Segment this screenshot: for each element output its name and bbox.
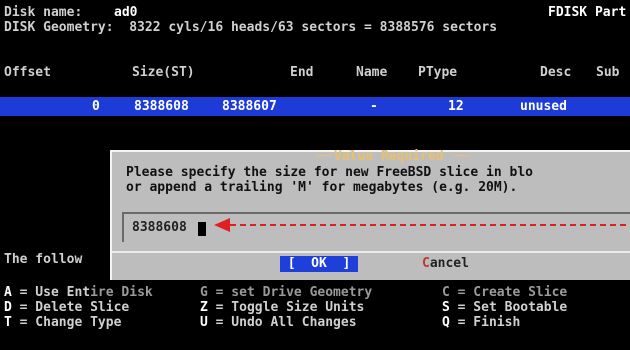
cmd-key-d: D bbox=[4, 300, 12, 315]
dialog-message-line2: or append a trailing 'M' for megabytes (… bbox=[126, 180, 518, 195]
cancel-label: ancel bbox=[429, 256, 469, 271]
col-name: Name bbox=[356, 65, 388, 80]
info-text-partial: The follow bbox=[4, 252, 83, 267]
command-line-1: A = Use Entire Disk bbox=[4, 285, 153, 300]
row-desc: unused bbox=[520, 99, 567, 114]
cmd-key-g: G bbox=[200, 285, 208, 300]
cancel-button[interactable]: Cancel bbox=[422, 256, 502, 272]
cmd-key-u: U bbox=[200, 315, 208, 330]
cmd-key-c: C bbox=[442, 285, 450, 300]
row-offset: 0 bbox=[92, 99, 100, 114]
command-line-3-mid: U = Undo All Changes bbox=[200, 315, 357, 330]
command-line-3: T = Change Type bbox=[4, 315, 122, 330]
cmd-key-s: S bbox=[442, 300, 450, 315]
disk-geometry: DISK Geometry: 8322 cyls/16 heads/63 sec… bbox=[4, 20, 498, 35]
cmd-key-q: Q bbox=[442, 315, 450, 330]
command-line-2: D = Delete Slice bbox=[4, 300, 130, 315]
text-cursor bbox=[198, 222, 206, 236]
disk-name-value: ad0 bbox=[114, 5, 138, 20]
cmd-key-t: T bbox=[4, 315, 12, 330]
annotation-arrow-icon bbox=[214, 218, 630, 232]
col-ptype: PType bbox=[418, 65, 458, 80]
dialog-title-border-right: ── bbox=[454, 149, 470, 164]
program-title: FDISK Part bbox=[548, 5, 627, 20]
dialog-title: Value Required bbox=[334, 149, 444, 164]
command-line-2-mid: Z = Toggle Size Units bbox=[200, 300, 365, 315]
slice-size-value: 8388608 bbox=[132, 220, 187, 235]
dialog-title-border-left: ── bbox=[316, 149, 332, 164]
col-desc: Desc bbox=[540, 65, 572, 80]
command-line-3-right: Q = Finish bbox=[442, 315, 521, 330]
row-name: - bbox=[370, 99, 378, 114]
col-sub: Sub bbox=[596, 65, 620, 80]
disk-name-label: Disk name: bbox=[4, 5, 83, 20]
command-line-1-right: C = Create Slice bbox=[442, 285, 568, 300]
cmd-key-a: A bbox=[4, 285, 12, 300]
row-size: 8388608 bbox=[134, 99, 189, 114]
row-end: 8388607 bbox=[222, 99, 277, 114]
value-required-dialog: ── Value Required ── Please specify the … bbox=[110, 150, 630, 280]
cancel-hotkey: C bbox=[422, 256, 430, 271]
dialog-message-line1: Please specify the size for new FreeBSD … bbox=[126, 165, 533, 180]
dialog-button-separator bbox=[112, 251, 630, 253]
command-line-1-mid: G = set Drive Geometry bbox=[200, 285, 373, 300]
cmd-key-z: Z bbox=[200, 300, 208, 315]
ok-button[interactable]: [ OK ] bbox=[280, 256, 358, 272]
col-end: End bbox=[290, 65, 314, 80]
command-line-2-right: S = Set Bootable bbox=[442, 300, 568, 315]
col-size: Size(ST) bbox=[132, 65, 195, 80]
row-ptype: 12 bbox=[448, 99, 464, 114]
col-offset: Offset bbox=[4, 65, 51, 80]
